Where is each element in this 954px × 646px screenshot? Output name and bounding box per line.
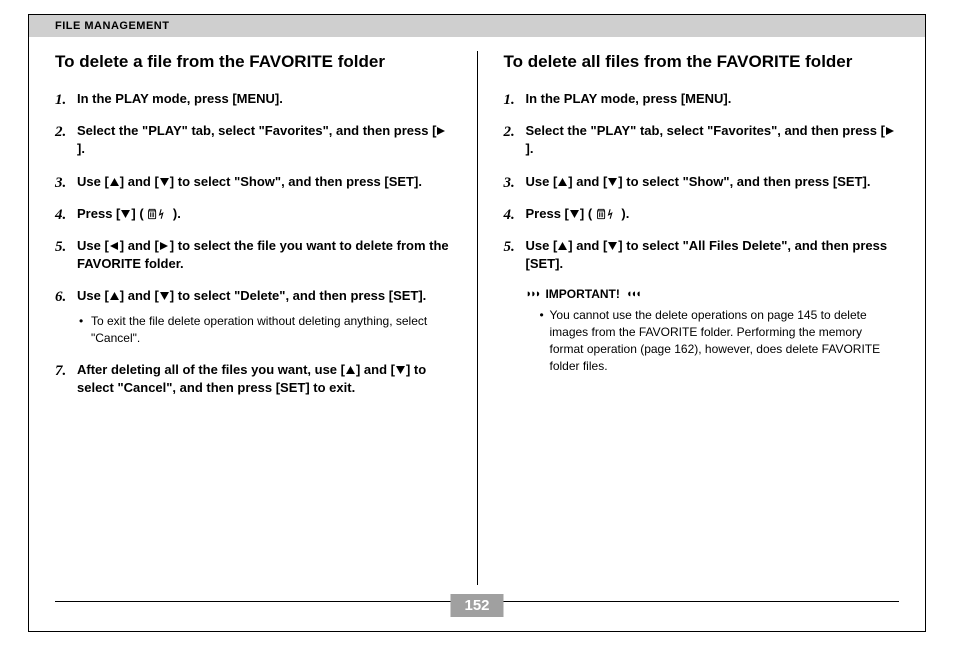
triangle-down-icon <box>607 173 618 191</box>
step-item: Use [] and [] to select "Delete", and th… <box>55 287 451 347</box>
triangle-down-icon <box>120 205 131 223</box>
triangle-up-icon <box>557 173 568 191</box>
section-header-text: FILE MANAGEMENT <box>55 20 169 32</box>
triangle-right-icon <box>436 122 447 140</box>
trash-flash-icon <box>596 205 618 223</box>
triangle-down-icon <box>159 173 170 191</box>
important-note: You cannot use the delete operations on … <box>540 307 900 374</box>
step-item: Select the "PLAY" tab, select "Favorites… <box>55 122 451 158</box>
triangle-down-icon <box>607 237 618 255</box>
page-footer: 152 <box>29 601 925 631</box>
step-item: In the PLAY mode, press [MENU]. <box>504 90 900 108</box>
triangle-right-icon <box>159 237 170 255</box>
important-row: ◗◗◗ IMPORTANT! ◖◖◖ <box>526 287 900 301</box>
section-header-bar: FILE MANAGEMENT <box>29 15 925 37</box>
important-deco-right-icon: ◖◖◖ <box>626 288 640 300</box>
content-columns: To delete a file from the FAVORITE folde… <box>29 37 925 585</box>
triangle-down-icon <box>395 361 406 379</box>
trash-flash-icon <box>147 205 169 223</box>
right-column: To delete all files from the FAVORITE fo… <box>478 51 926 585</box>
triangle-up-icon <box>109 173 120 191</box>
page-number: 152 <box>464 597 489 614</box>
step-item: Use [] and [] to select the file you wan… <box>55 237 451 273</box>
page-number-badge: 152 <box>450 594 503 617</box>
step-item: Select the "PLAY" tab, select "Favorites… <box>504 122 900 158</box>
page-frame: FILE MANAGEMENT To delete a file from th… <box>28 14 926 632</box>
triangle-up-icon <box>557 237 568 255</box>
step-item: Press [] ( ). <box>55 205 451 223</box>
triangle-left-icon <box>109 237 120 255</box>
left-steps-list: In the PLAY mode, press [MENU]. Select th… <box>55 90 451 397</box>
triangle-up-icon <box>345 361 356 379</box>
left-column: To delete a file from the FAVORITE folde… <box>29 51 477 585</box>
step-subnote: To exit the file delete operation withou… <box>77 313 451 347</box>
step-item: Press [] ( ). <box>504 205 900 223</box>
right-heading: To delete all files from the FAVORITE fo… <box>504 51 900 74</box>
important-label: IMPORTANT! <box>545 287 619 301</box>
triangle-right-icon <box>885 122 896 140</box>
triangle-down-icon <box>159 287 170 305</box>
step-item: After deleting all of the files you want… <box>55 361 451 397</box>
step-item: Use [] and [] to select "Show", and then… <box>504 173 900 191</box>
right-steps-list: In the PLAY mode, press [MENU]. Select th… <box>504 90 900 273</box>
step-item: Use [] and [] to select "Show", and then… <box>55 173 451 191</box>
triangle-down-icon <box>569 205 580 223</box>
step-item: Use [] and [] to select "All Files Delet… <box>504 237 900 273</box>
step-item: In the PLAY mode, press [MENU]. <box>55 90 451 108</box>
important-deco-left-icon: ◗◗◗ <box>526 288 540 300</box>
left-heading: To delete a file from the FAVORITE folde… <box>55 51 451 74</box>
triangle-up-icon <box>109 287 120 305</box>
